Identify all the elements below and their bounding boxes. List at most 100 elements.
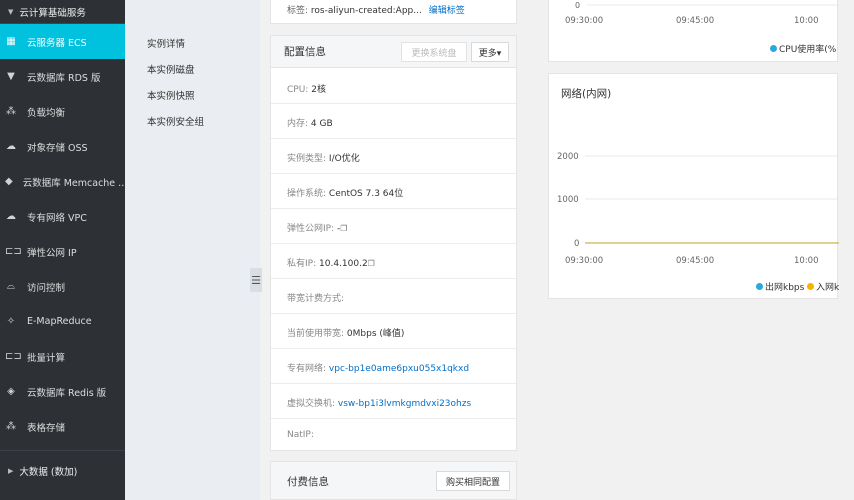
sidebar-item-label: 专有网络 VPC <box>27 212 87 224</box>
sidebar-item-label: 批量计算 <box>27 352 66 364</box>
memory-value: 4 GB <box>310 119 333 129</box>
divider <box>271 313 516 314</box>
subnav-instance-security-groups[interactable]: 本实例安全组 <box>147 114 204 128</box>
cloud-storage-icon: ☁ <box>6 141 16 152</box>
eip-label: 弹性公网IP: <box>287 224 335 234</box>
payment-info-card: 付费信息 购买相同配置 <box>270 461 517 500</box>
instance-info-panel: 标签: ros-aliyun-created:App... 编辑标签 配置信息 … <box>270 0 517 500</box>
eip-row: 弹性公网IP: -❐ <box>287 221 347 234</box>
divider <box>271 138 516 139</box>
sidebar-item-label: 云数据库 Redis 版 <box>27 387 107 399</box>
divider <box>271 418 516 419</box>
payment-title: 付费信息 <box>287 476 329 488</box>
sidebar-group-label: 云计算基础服务 <box>19 7 86 19</box>
bandwidth-row: 当前使用带宽: 0Mbps (峰值) <box>287 326 404 339</box>
cpu-legend[interactable]: CPU使用率(% <box>770 42 836 55</box>
cpu-legend-dot <box>770 45 777 52</box>
more-button[interactable]: 更多▾ <box>471 42 509 62</box>
menu-lines-icon: ☰ <box>251 273 261 287</box>
network-legend-out[interactable]: 出网kbps <box>756 280 804 293</box>
sidebar-item[interactable]: ⊏⊐ 弹性公网 IP <box>0 234 125 269</box>
sidebar-item[interactable]: ▦ 云服务器 ECS <box>0 24 125 59</box>
sidebar-group-cloud-basic[interactable]: ▼ 云计算基础服务 <box>0 0 125 24</box>
sidebar-group-bigdata[interactable]: ▶ 大数据 (数加) <box>0 450 125 490</box>
cpu-x-tick-label: 10:00 <box>794 16 819 26</box>
subnav-instance-details[interactable]: 实例详情 <box>147 36 185 50</box>
tags-value: ros-aliyun-created:App... <box>310 6 422 16</box>
sidebar-group-bigdata-label: 大数据 (数加) <box>19 466 78 478</box>
network-legend-in-dot <box>807 283 814 290</box>
change-system-disk-button[interactable]: 更换系统盘 <box>401 42 467 62</box>
billing-method-label: 带宽计费方式: <box>287 294 345 304</box>
sidebar-item-label: 云数据库 Memcache ... <box>22 177 125 189</box>
buy-same-config-button[interactable]: 购买相同配置 <box>436 471 510 491</box>
network-legend-out-label: 出网kbps <box>765 283 805 293</box>
redis-icon: ◈ <box>7 386 15 397</box>
vpc-label: 专有网络: <box>287 364 327 374</box>
network-y-tick-label: 1000 <box>557 195 579 205</box>
sidebar-item[interactable]: ⌓ 访问控制 <box>0 269 125 304</box>
vpc-cloud-icon: ☁ <box>6 211 16 222</box>
instance-type-label: 实例类型: <box>287 154 327 164</box>
network-chart-svg: 2000 1000 0 09:30:00 09:45:00 10:00 <box>557 152 839 266</box>
instance-subnav: 实例详情 本实例磁盘 本实例快照 本实例安全组 <box>125 0 260 500</box>
divider <box>271 278 516 279</box>
sidebar-item[interactable]: ▼ 云数据库 RDS 版 <box>0 59 125 94</box>
divider <box>271 208 516 209</box>
network-x-tick-label: 10:00 <box>794 256 819 266</box>
instance-type-value: I/O优化 <box>328 154 360 164</box>
load-balancer-icon: ⁂ <box>6 106 16 117</box>
memcache-icon: ◆ <box>5 176 13 187</box>
vpc-row: 专有网络: vpc-bp1e0ame6pxu055x1qkxd <box>287 361 469 374</box>
sidebar-item[interactable]: ⊏⊐ 批量计算 <box>0 339 125 374</box>
copy-icon[interactable]: ❐ <box>340 224 347 233</box>
divider <box>271 383 516 384</box>
sidebar-item[interactable]: ✧ E-MapReduce <box>0 304 125 339</box>
caret-right-icon: ▶ <box>8 466 14 475</box>
copy-icon[interactable]: ❐ <box>368 259 375 268</box>
tags-label: 标签: <box>287 6 309 16</box>
table-store-icon: ⁂ <box>6 421 16 432</box>
sidebar-item[interactable]: ☁ 对象存储 OSS <box>0 129 125 164</box>
network-legend-out-dot <box>756 283 763 290</box>
vswitch-link[interactable]: vsw-bp1i3lvmkgmdvxi23ohzs <box>338 399 471 409</box>
network-y-tick-label: 2000 <box>557 152 579 162</box>
main-sidebar: ▼ 云计算基础服务 ▦ 云服务器 ECS ▼ 云数据库 RDS 版 ⁂ 负载均衡 ☁ 对象存储… <box>0 0 125 500</box>
tags-row: 标签: ros-aliyun-created:App... 编辑标签 <box>270 0 517 24</box>
subnav-instance-disks[interactable]: 本实例磁盘 <box>147 62 195 76</box>
divider <box>271 173 516 174</box>
cpu-x-tick-label: 09:30:00 <box>565 16 603 26</box>
cpu-legend-label: CPU使用率(% <box>779 45 837 55</box>
instance-type-row: 实例类型: I/O优化 <box>287 151 360 164</box>
sidebar-item[interactable]: ◈ 云数据库 Redis 版 <box>0 374 125 409</box>
collapse-subnav-handle[interactable]: ☰ <box>250 268 262 292</box>
sidebar-item[interactable]: ◆ 云数据库 Memcache ... <box>0 164 125 199</box>
subnav-instance-snapshots[interactable]: 本实例快照 <box>147 88 195 102</box>
os-row: 操作系统: CentOS 7.3 64位 <box>287 186 403 199</box>
emapreduce-icon: ✧ <box>6 316 16 327</box>
sidebar-item-label: 云数据库 RDS 版 <box>27 72 101 84</box>
cpu-row: CPU: 2核 <box>287 82 326 95</box>
os-value: CentOS 7.3 64位 <box>328 189 404 199</box>
caret-down-icon: ▼ <box>8 7 14 16</box>
sidebar-item-label: 对象存储 OSS <box>27 142 88 154</box>
sidebar-item[interactable]: ⁂ 表格存储 <box>0 409 125 444</box>
private-ip-value: 10.4.100.2 <box>319 259 368 269</box>
sidebar-item-label: 弹性公网 IP <box>27 247 77 259</box>
network-legend-in[interactable]: 入网k <box>807 280 839 293</box>
cpu-label: CPU: <box>287 85 309 95</box>
natip-label: NatIP: <box>287 430 314 440</box>
network-chart-card: 网络(内网) 2000 1000 0 09:30:00 09:45:00 10:… <box>548 73 839 299</box>
config-info-card: 配置信息 更换系统盘 更多▾ CPU: 2核 内存: 4 GB 实例类型: I/… <box>270 35 517 451</box>
edit-tags-link[interactable]: 编辑标签 <box>429 6 465 16</box>
config-header: 配置信息 更换系统盘 更多▾ <box>271 36 516 68</box>
divider <box>271 243 516 244</box>
network-legend-in-label: 入网k <box>816 283 840 293</box>
vpc-link[interactable]: vpc-bp1e0ame6pxu055x1qkxd <box>329 364 469 374</box>
network-x-tick-label: 09:45:00 <box>676 256 714 266</box>
cpu-usage-chart: 0 09:30:00 09:45:00 10:00 CPU使用率(% <box>548 0 839 62</box>
private-ip-label: 私有IP: <box>287 259 317 269</box>
sidebar-item[interactable]: ☁ 专有网络 VPC <box>0 199 125 234</box>
natip-row: NatIP: <box>287 430 314 440</box>
sidebar-item[interactable]: ⁂ 负载均衡 <box>0 94 125 129</box>
